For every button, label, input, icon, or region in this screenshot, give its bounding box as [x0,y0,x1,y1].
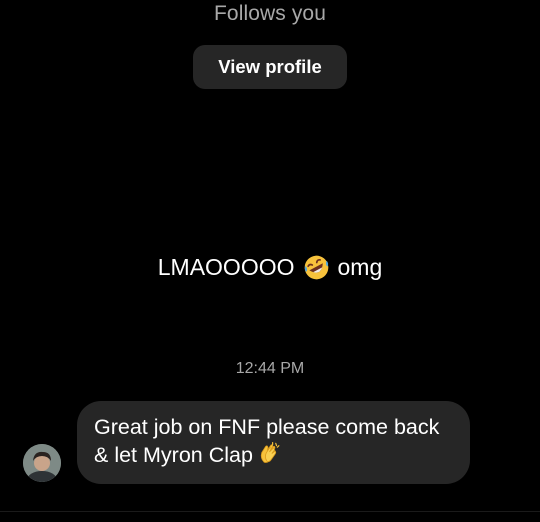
view-profile-button[interactable]: View profile [193,45,347,89]
bottom-divider [0,511,540,512]
incoming-message-line-1: Great job on FNF please come back [94,415,440,439]
center-message-text-before: LMAOOOOO [157,254,295,280]
center-message-text-after: omg [337,254,383,280]
avatar-photo-icon [23,444,61,482]
incoming-message-bubble[interactable]: Great job on FNF please come back & let … [77,401,470,484]
clapping-hands-icon [260,441,280,463]
incoming-message-line-2-row: & let Myron Clap [94,441,454,469]
follows-you-label: Follows you [214,2,326,25]
rolling-on-floor-laughing-icon [304,255,328,280]
message-timestamp: 12:44 PM [235,360,305,377]
center-message: LMAOOOOO omg [0,254,540,281]
avatar[interactable] [23,444,61,482]
incoming-message-line-2: & let Myron Clap [94,443,253,467]
